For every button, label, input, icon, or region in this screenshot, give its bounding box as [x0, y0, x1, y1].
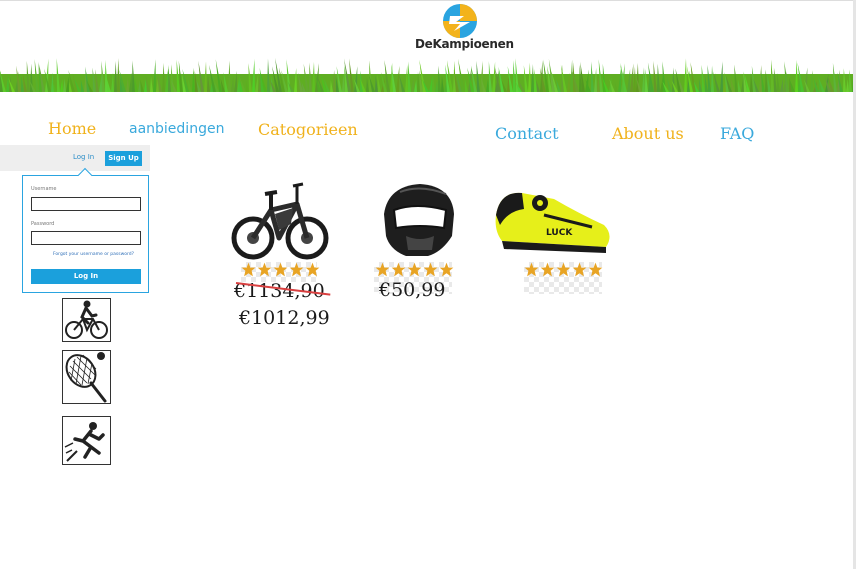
- login-panel: Username Password Forgot your username o…: [22, 175, 149, 293]
- shoe-brand-mark: LUCK: [546, 228, 573, 238]
- login-submit-button[interactable]: Log In: [31, 269, 141, 284]
- category-cycling[interactable]: [62, 298, 111, 342]
- star-icon: [423, 262, 438, 277]
- star-icon: [305, 262, 320, 277]
- rating-stars: [524, 262, 603, 277]
- runner-icon: [64, 422, 105, 462]
- product-helmet-image[interactable]: [376, 180, 456, 260]
- nav-about[interactable]: About us: [612, 124, 684, 143]
- star-icon: [572, 262, 587, 277]
- star-icon: [273, 262, 288, 277]
- nav-offers[interactable]: aanbiedingen: [129, 121, 224, 137]
- category-athletics[interactable]: [62, 416, 111, 465]
- rating-stars: [375, 262, 454, 277]
- nav-categories[interactable]: Catogorieen: [258, 120, 358, 139]
- star-icon: [439, 262, 454, 277]
- forgot-link[interactable]: Forgot your username or password?: [53, 252, 134, 257]
- category-tennis[interactable]: [62, 350, 111, 404]
- product-price: €50,99: [379, 279, 446, 301]
- nav-contact[interactable]: Contact: [495, 124, 559, 143]
- star-icon: [407, 262, 422, 277]
- tennis-racket-icon: [65, 352, 107, 403]
- star-icon: [588, 262, 603, 277]
- product-ebike-image[interactable]: [231, 180, 329, 262]
- logo-icon: [443, 4, 477, 38]
- brand-logo[interactable]: DeKampioenen: [415, 3, 514, 59]
- product-shoe-image[interactable]: LUCK: [494, 185, 614, 255]
- login-link[interactable]: Log In: [73, 153, 94, 161]
- star-icon: [375, 262, 390, 277]
- username-input[interactable]: [31, 197, 141, 211]
- brand-name: DeKampioenen: [415, 37, 514, 51]
- star-icon: [241, 262, 256, 277]
- rating-stars: [241, 262, 320, 277]
- signup-button[interactable]: Sign Up: [105, 151, 142, 166]
- cyclist-icon: [65, 300, 108, 339]
- username-label: Username: [31, 186, 57, 192]
- star-icon: [257, 262, 272, 277]
- product-price: €1012,99: [239, 307, 330, 329]
- star-icon: [289, 262, 304, 277]
- password-input[interactable]: [31, 231, 141, 245]
- star-icon: [540, 262, 555, 277]
- star-icon: [556, 262, 571, 277]
- password-label: Password: [31, 221, 55, 227]
- star-icon: [524, 262, 539, 277]
- header: DeKampioenen: [0, 0, 853, 92]
- star-icon: [391, 262, 406, 277]
- nav-faq[interactable]: FAQ: [720, 124, 754, 143]
- nav-home[interactable]: Home: [48, 119, 96, 138]
